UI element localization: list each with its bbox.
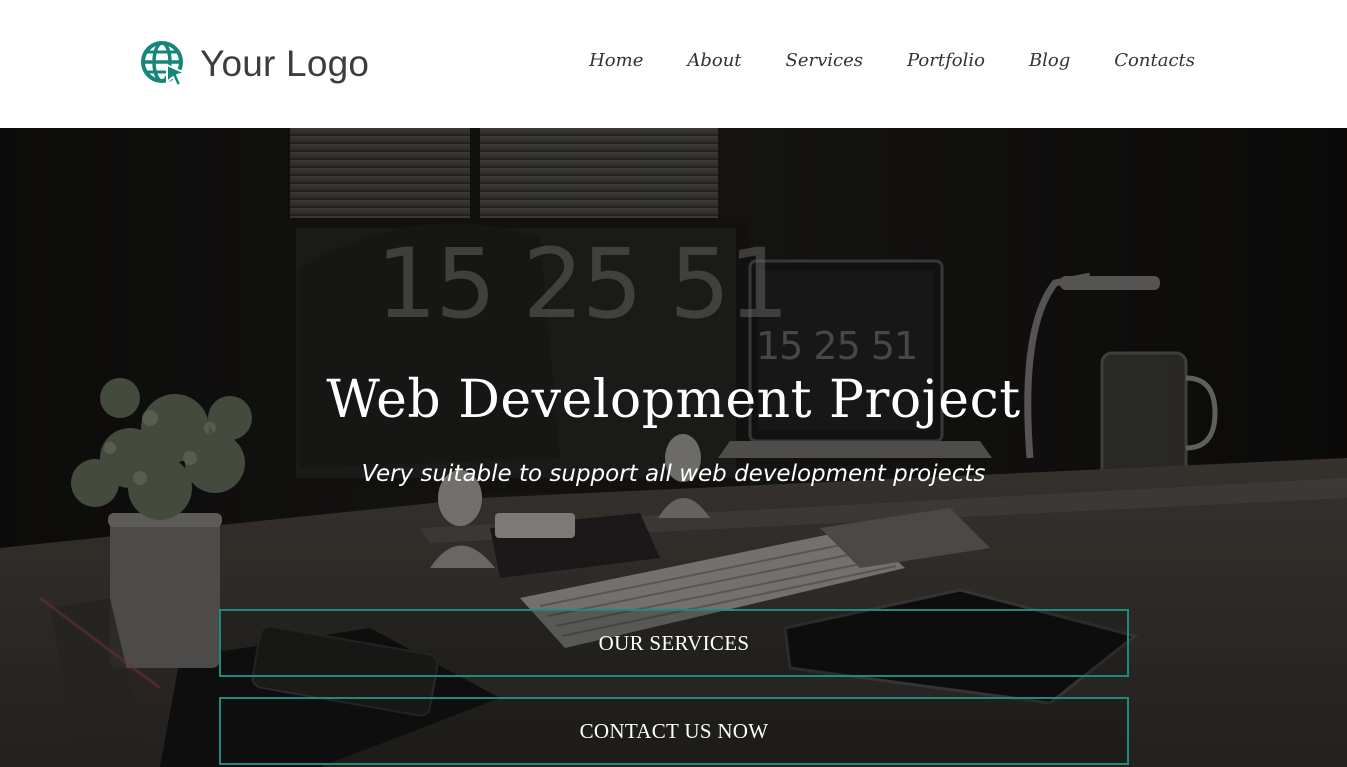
our-services-button[interactable]: OUR SERVICES [219, 609, 1129, 677]
hero-section: 15 25 51 15 25 51 Web Development Projec… [0, 128, 1347, 767]
contact-us-button[interactable]: CONTACT US NOW [219, 697, 1129, 765]
logo-link[interactable]: Your Logo [140, 40, 369, 88]
nav-services[interactable]: Services [786, 50, 863, 71]
site-header: Your Logo Home About Services Portfolio … [0, 0, 1347, 128]
globe-cursor-icon [141, 41, 186, 87]
nav-portfolio[interactable]: Portfolio [907, 50, 985, 71]
hero-title: Web Development Project [326, 370, 1021, 430]
main-nav: Home About Services Portfolio Blog Conta… [589, 50, 1195, 71]
nav-contacts[interactable]: Contacts [1114, 50, 1195, 71]
nav-home[interactable]: Home [589, 50, 643, 71]
nav-blog[interactable]: Blog [1029, 50, 1070, 71]
nav-about[interactable]: About [687, 50, 741, 71]
hero-subtitle: Very suitable to support all web develop… [361, 461, 986, 487]
logo-text: Your Logo [200, 43, 370, 84]
